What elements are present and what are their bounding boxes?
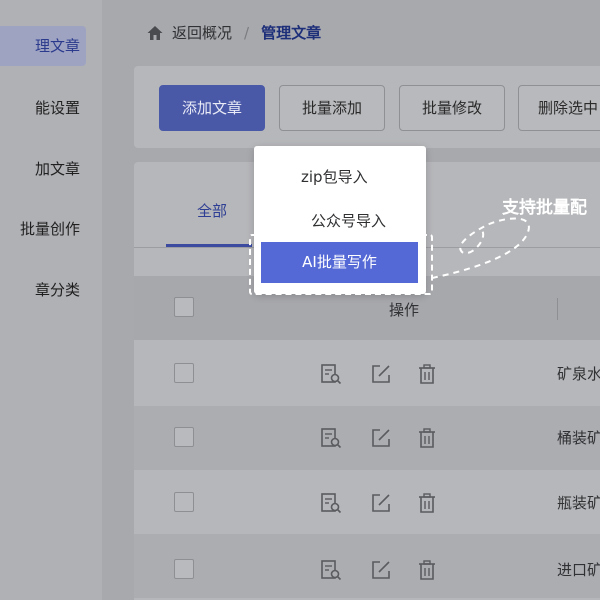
add-article-button[interactable]: 添加文章	[159, 85, 265, 131]
row-checkbox[interactable]	[174, 427, 194, 447]
sidebar-item-label: 理文章	[34, 37, 80, 55]
row-checkbox[interactable]	[174, 559, 194, 579]
sidebar-item-label: 加文章	[34, 160, 80, 178]
callout-text: 支持批量配	[502, 198, 587, 218]
table-row	[134, 470, 600, 534]
edit-icon[interactable]	[370, 492, 392, 514]
delete-icon[interactable]	[416, 363, 438, 385]
article-title-cell: 桶装矿	[557, 429, 600, 447]
breadcrumb-back-link[interactable]: 返回概况	[172, 22, 232, 43]
sidebar-item-settings[interactable]: 能设置	[0, 88, 102, 128]
table-row	[134, 534, 600, 598]
article-title-cell: 矿泉水	[557, 365, 600, 383]
row-checkbox[interactable]	[174, 492, 194, 512]
batch-edit-button[interactable]: 批量修改	[399, 85, 505, 131]
menu-item-zip-import[interactable]: zip包导入	[301, 166, 368, 187]
column-header-operations: 操作	[389, 301, 420, 319]
home-icon[interactable]	[146, 24, 164, 42]
preview-icon[interactable]	[320, 559, 342, 581]
sidebar-item-categories[interactable]: 章分类	[0, 270, 102, 310]
preview-icon[interactable]	[320, 363, 342, 385]
sidebar-item-add-article[interactable]: 加文章	[0, 149, 102, 189]
breadcrumb-current: 管理文章	[261, 24, 322, 42]
article-title-cell: 进口矿	[557, 561, 600, 579]
delete-icon[interactable]	[416, 427, 438, 449]
edit-icon[interactable]	[370, 363, 392, 385]
delete-icon[interactable]	[416, 559, 438, 581]
sidebar-item-batch-create[interactable]: 批量创作	[0, 209, 102, 249]
menu-item-ai-batch-write[interactable]: AI批量写作	[261, 242, 418, 283]
article-title-cell: 瓶装矿	[557, 494, 600, 512]
sidebar-item-label: 能设置	[34, 99, 80, 117]
sidebar: 理文章 能设置 加文章 批量创作 章分类	[0, 0, 102, 600]
delete-icon[interactable]	[416, 492, 438, 514]
table-row	[134, 406, 600, 470]
tab-all[interactable]: 全部	[197, 200, 227, 221]
breadcrumb-separator: /	[244, 23, 250, 42]
delete-selected-button[interactable]: 删除选中	[518, 85, 600, 131]
table-row	[134, 342, 600, 406]
menu-item-wechat-import[interactable]: 公众号导入	[311, 210, 386, 231]
edit-icon[interactable]	[370, 559, 392, 581]
edit-icon[interactable]	[370, 427, 392, 449]
preview-icon[interactable]	[320, 427, 342, 449]
sidebar-item-label: 批量创作	[19, 220, 80, 238]
select-all-checkbox[interactable]	[174, 297, 194, 317]
preview-icon[interactable]	[320, 492, 342, 514]
sidebar-item-manage-articles[interactable]: 理文章	[0, 26, 86, 66]
breadcrumb: 返回概况 / 管理文章	[146, 22, 321, 43]
row-checkbox[interactable]	[174, 363, 194, 383]
column-divider	[557, 298, 558, 320]
sidebar-item-label: 章分类	[34, 281, 80, 299]
batch-add-button[interactable]: 批量添加	[279, 85, 385, 131]
